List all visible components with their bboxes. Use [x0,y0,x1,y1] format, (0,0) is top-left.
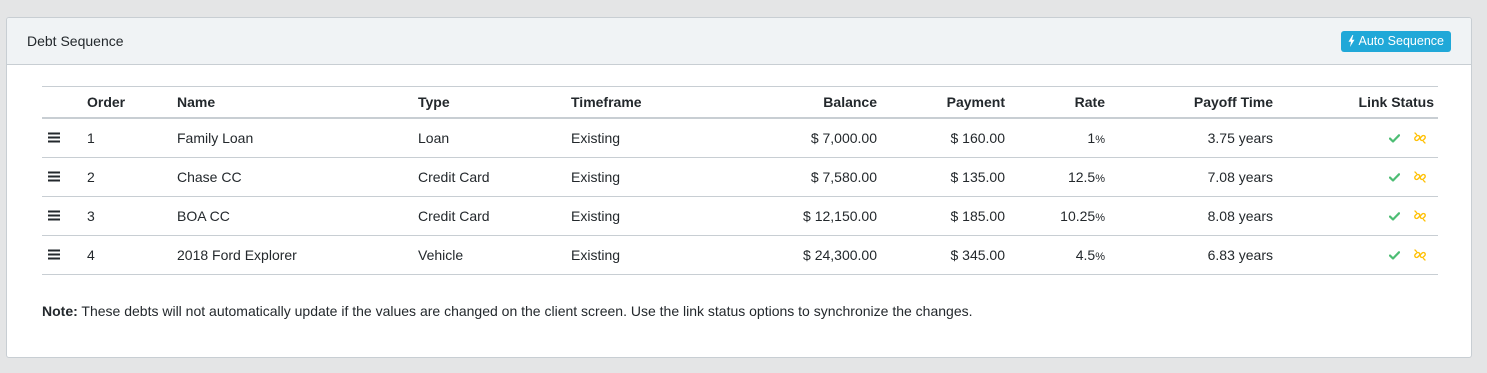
card-title: Debt Sequence [27,33,124,49]
rate-cell: 1% [1005,118,1105,157]
handle-cell [42,196,87,235]
balance-cell: $ 7,000.00 [810,129,877,146]
col-header-order: Order [87,94,126,110]
rate-value: 4.5 [1075,246,1096,263]
timeframe-cell: Existing [571,246,621,263]
table-header-row: Order Name Type Timeframe Balance Paymen… [42,86,1438,119]
link-status-cell [1273,196,1438,235]
order-cell: 4 [87,246,95,263]
unlink-icon[interactable] [1414,249,1426,261]
timeframe-cell: Existing [571,207,621,224]
rate-suffix: % [1095,133,1105,146]
check-icon[interactable] [1389,133,1400,143]
card-header: Debt Sequence Auto Sequence [7,18,1471,65]
table-row: 1 Family Loan Loan Existing $ 7,000.00 $… [42,118,1438,157]
payoff-time-cell: 3.75 years [1207,129,1273,146]
drag-handle-icon[interactable] [48,169,60,185]
col-header-timeframe: Timeframe [571,94,642,110]
payment-cell: $ 345.00 [950,246,1006,263]
check-icon[interactable] [1389,172,1400,182]
link-status-cell [1273,157,1438,196]
payment-cell: $ 185.00 [950,207,1006,224]
rate-cell: 12.5% [1005,157,1105,196]
col-header-rate: Rate [1074,94,1105,110]
table-row: 4 2018 Ford Explorer Vehicle Existing $ … [42,235,1438,274]
handle-cell [42,157,87,196]
balance-cell: $ 12,150.00 [803,207,877,224]
table-row: 3 BOA CC Credit Card Existing $ 12,150.0… [42,196,1438,235]
note: Note: These debts will not automatically… [42,303,1436,319]
name-cell: 2018 Ford Explorer [177,246,297,263]
payoff-time-cell: 7.08 years [1207,168,1273,185]
payment-cell: $ 160.00 [950,129,1006,146]
handle-cell [42,118,87,157]
timeframe-cell: Existing [571,129,621,146]
auto-sequence-button[interactable]: Auto Sequence [1340,30,1451,52]
col-header-type: Type [418,94,450,110]
type-cell: Vehicle [418,246,464,263]
type-cell: Credit Card [418,207,490,224]
debt-table: Order Name Type Timeframe Balance Paymen… [42,86,1438,275]
timeframe-cell: Existing [571,168,621,185]
col-header-link-status: Link Status [1358,94,1434,110]
drag-handle-icon[interactable] [48,130,60,146]
table-row: 2 Chase CC Credit Card Existing $ 7,580.… [42,157,1438,196]
card-body: Order Name Type Timeframe Balance Paymen… [7,65,1471,319]
check-icon[interactable] [1389,250,1400,260]
rate-suffix: % [1095,211,1105,224]
type-cell: Credit Card [418,168,490,185]
name-cell: BOA CC [177,207,230,224]
name-cell: Family Loan [177,129,254,146]
col-header-payment: Payment [946,94,1005,110]
note-text: These debts will not automatically updat… [77,302,973,319]
unlink-icon[interactable] [1414,132,1426,144]
col-header-balance: Balance [823,94,877,110]
payoff-time-cell: 6.83 years [1207,246,1273,263]
order-cell: 3 [87,207,95,224]
order-cell: 2 [87,168,95,185]
drag-handle-icon[interactable] [48,247,60,263]
auto-sequence-label: Auto Sequence [1358,34,1445,48]
note-label: Note: [42,302,78,319]
col-header-payoff-time: Payoff Time [1193,94,1273,110]
rate-value: 10.25 [1060,207,1096,224]
handle-cell [42,235,87,274]
unlink-icon[interactable] [1414,171,1426,183]
rate-suffix: % [1095,250,1105,263]
balance-cell: $ 7,580.00 [810,168,877,185]
rate-suffix: % [1095,172,1105,185]
order-cell: 1 [87,129,95,146]
balance-cell: $ 24,300.00 [803,246,877,263]
payment-cell: $ 135.00 [950,168,1006,185]
link-status-cell [1273,235,1438,274]
rate-cell: 4.5% [1005,235,1105,274]
link-status-cell [1273,118,1438,157]
rate-cell: 10.25% [1005,196,1105,235]
col-header-name: Name [177,94,216,110]
debt-sequence-card: Debt Sequence Auto Sequence Order Name T… [6,17,1472,358]
type-cell: Loan [418,129,450,146]
payoff-time-cell: 8.08 years [1207,207,1273,224]
rate-value: 12.5 [1067,168,1096,185]
unlink-icon[interactable] [1414,210,1426,222]
check-icon[interactable] [1389,211,1400,221]
name-cell: Chase CC [177,168,242,185]
bolt-icon [1348,35,1355,47]
col-header-handle [42,87,87,119]
drag-handle-icon[interactable] [48,208,60,224]
